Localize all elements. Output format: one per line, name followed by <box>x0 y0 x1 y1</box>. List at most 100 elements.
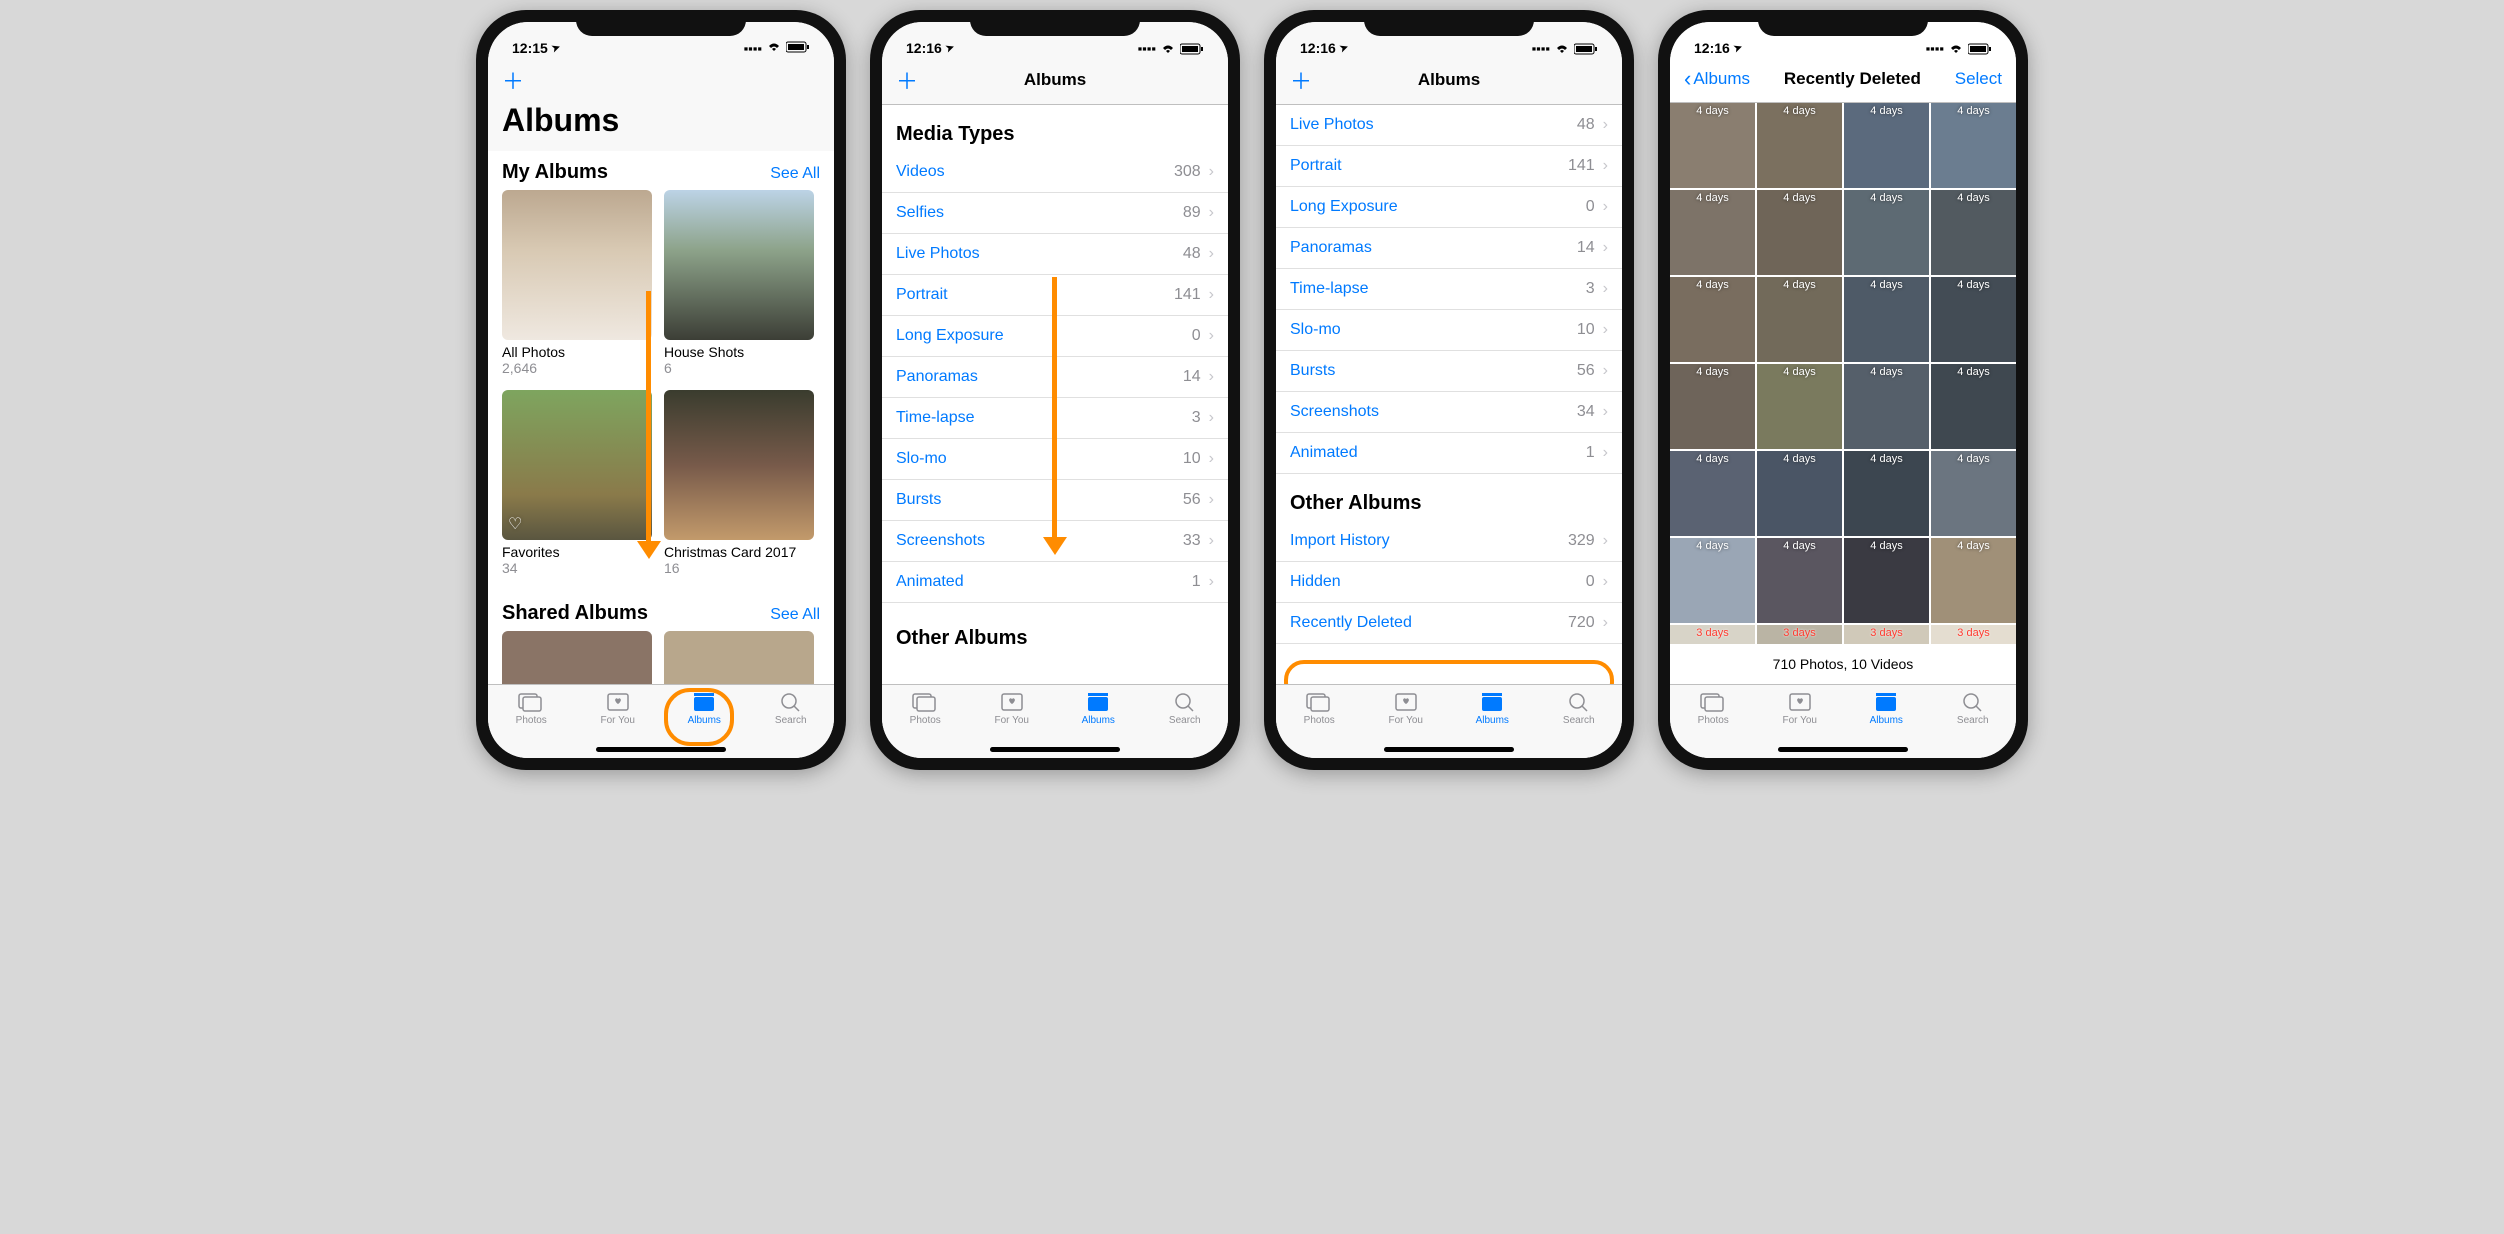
add-button[interactable]: ＋ <box>896 64 918 96</box>
tab-foryou[interactable]: For You <box>588 691 648 726</box>
list-row-panoramas[interactable]: Panoramas14› <box>1276 228 1622 269</box>
photo-thumbnail[interactable]: 4 days <box>1844 190 1929 275</box>
notch <box>1364 10 1534 36</box>
list-item-count: 0 <box>1586 573 1595 591</box>
tab-search[interactable]: Search <box>761 691 821 726</box>
tab-label: Search <box>1957 715 1989 726</box>
photo-thumbnail[interactable]: 4 days <box>1931 190 2016 275</box>
photo-thumbnail[interactable]: 4 days <box>1844 277 1929 362</box>
chevron-right-icon: › <box>1209 409 1214 427</box>
list-row-import-history[interactable]: Import History329› <box>1276 521 1622 562</box>
content[interactable]: Media Types Videos308›Selfies89›Live Pho… <box>882 105 1228 684</box>
photo-thumbnail[interactable]: 4 days <box>1670 538 1755 623</box>
list-row-animated[interactable]: Animated1› <box>882 562 1228 603</box>
home-indicator[interactable] <box>990 747 1120 752</box>
album-christmas[interactable]: Christmas Card 2017 16 <box>664 390 814 576</box>
add-button[interactable]: ＋ <box>502 64 524 96</box>
list-item-count: 1 <box>1192 573 1201 591</box>
shared-album-thumb[interactable] <box>664 631 814 684</box>
photo-grid[interactable]: 4 days4 days4 days4 days4 days4 days4 da… <box>1670 103 2016 644</box>
tab-albums[interactable]: Albums <box>1856 691 1916 726</box>
list-row-selfies[interactable]: Selfies89› <box>882 193 1228 234</box>
photo-thumbnail[interactable]: 4 days <box>1844 451 1929 536</box>
list-row-long-exposure[interactable]: Long Exposure0› <box>1276 187 1622 228</box>
photo-thumbnail[interactable]: 4 days <box>1670 451 1755 536</box>
list-row-videos[interactable]: Videos308› <box>882 152 1228 193</box>
list-item-name: Animated <box>896 573 964 591</box>
photo-thumbnail[interactable]: 4 days <box>1931 364 2016 449</box>
content[interactable]: 4 days4 days4 days4 days4 days4 days4 da… <box>1670 103 2016 684</box>
back-button[interactable]: ‹Albums <box>1684 69 1750 89</box>
shared-album-thumb[interactable] <box>502 631 652 684</box>
status-icons: ▪▪▪▪ <box>1926 41 1992 56</box>
tab-search[interactable]: Search <box>1155 691 1215 726</box>
list-row-animated[interactable]: Animated1› <box>1276 433 1622 474</box>
content[interactable]: Live Photos48›Portrait141›Long Exposure0… <box>1276 105 1622 684</box>
add-button[interactable]: ＋ <box>1290 64 1312 96</box>
tab-photos[interactable]: Photos <box>895 691 955 726</box>
see-all-link[interactable]: See All <box>770 165 820 183</box>
photo-thumbnail[interactable]: 3 days <box>1931 625 2016 644</box>
photo-thumbnail[interactable]: 3 days <box>1844 625 1929 644</box>
list-row-hidden[interactable]: Hidden0› <box>1276 562 1622 603</box>
photo-thumbnail[interactable]: 4 days <box>1670 103 1755 188</box>
tab-foryou[interactable]: For You <box>982 691 1042 726</box>
home-indicator[interactable] <box>1778 747 1908 752</box>
nav-title: Recently Deleted <box>1784 69 1921 89</box>
days-remaining-badge: 4 days <box>1931 453 2016 465</box>
list-row-bursts[interactable]: Bursts56› <box>1276 351 1622 392</box>
days-remaining-badge: 4 days <box>1844 105 1929 117</box>
tab-search[interactable]: Search <box>1943 691 2003 726</box>
list-item-count: 3 <box>1586 280 1595 298</box>
photo-thumbnail[interactable]: 4 days <box>1931 538 2016 623</box>
photo-thumbnail[interactable]: 4 days <box>1757 538 1842 623</box>
photo-thumbnail[interactable]: 4 days <box>1670 277 1755 362</box>
tab-search[interactable]: Search <box>1549 691 1609 726</box>
album-grid[interactable]: All Photos 2,646 ♡ Favorites 34 House Sh… <box>488 190 834 576</box>
days-remaining-badge: 4 days <box>1931 540 2016 552</box>
photo-thumbnail[interactable]: 4 days <box>1844 538 1929 623</box>
days-remaining-badge: 4 days <box>1757 366 1842 378</box>
photo-thumbnail[interactable]: 4 days <box>1670 364 1755 449</box>
album-house-shots[interactable]: House Shots 6 <box>664 190 814 376</box>
list-row-live-photos[interactable]: Live Photos48› <box>1276 105 1622 146</box>
photo-thumbnail[interactable]: 3 days <box>1757 625 1842 644</box>
tab-label: Photos <box>910 715 941 726</box>
list-row-slo-mo[interactable]: Slo-mo10› <box>1276 310 1622 351</box>
photo-thumbnail[interactable]: 4 days <box>1670 190 1755 275</box>
photo-thumbnail[interactable]: 4 days <box>1844 364 1929 449</box>
list-row-recently-deleted[interactable]: Recently Deleted720› <box>1276 603 1622 644</box>
photo-thumbnail[interactable]: 4 days <box>1757 190 1842 275</box>
list-row-time-lapse[interactable]: Time-lapse3› <box>1276 269 1622 310</box>
album-all-photos[interactable]: All Photos 2,646 <box>502 190 652 376</box>
photo-thumbnail[interactable]: 4 days <box>1757 103 1842 188</box>
tab-photos[interactable]: Photos <box>1683 691 1743 726</box>
photo-thumbnail[interactable]: 4 days <box>1757 277 1842 362</box>
tab-photos[interactable]: Photos <box>1289 691 1349 726</box>
screen-1: 12:15➤ ▪▪▪▪ ＋ Albums My Albums See All <box>488 22 834 758</box>
tab-albums[interactable]: Albums <box>1068 691 1128 726</box>
tab-foryou[interactable]: For You <box>1376 691 1436 726</box>
list-row-live-photos[interactable]: Live Photos48› <box>882 234 1228 275</box>
list-item-count: 720 <box>1568 614 1595 632</box>
tab-foryou[interactable]: For You <box>1770 691 1830 726</box>
footer-count: 710 Photos, 10 Videos <box>1670 644 2016 684</box>
photo-thumbnail[interactable]: 4 days <box>1931 103 2016 188</box>
list-item-count: 89 <box>1183 204 1201 222</box>
list-row-screenshots[interactable]: Screenshots34› <box>1276 392 1622 433</box>
album-favorites[interactable]: ♡ Favorites 34 <box>502 390 652 576</box>
tab-photos[interactable]: Photos <box>501 691 561 726</box>
chevron-right-icon: › <box>1603 116 1608 134</box>
tab-albums[interactable]: Albums <box>1462 691 1522 726</box>
photo-thumbnail[interactable]: 4 days <box>1931 451 2016 536</box>
select-button[interactable]: Select <box>1955 69 2002 89</box>
list-row-portrait[interactable]: Portrait141› <box>1276 146 1622 187</box>
photo-thumbnail[interactable]: 3 days <box>1670 625 1755 644</box>
photo-thumbnail[interactable]: 4 days <box>1844 103 1929 188</box>
home-indicator[interactable] <box>1384 747 1514 752</box>
home-indicator[interactable] <box>596 747 726 752</box>
photo-thumbnail[interactable]: 4 days <box>1757 364 1842 449</box>
photo-thumbnail[interactable]: 4 days <box>1931 277 2016 362</box>
see-all-link[interactable]: See All <box>770 606 820 624</box>
photo-thumbnail[interactable]: 4 days <box>1757 451 1842 536</box>
